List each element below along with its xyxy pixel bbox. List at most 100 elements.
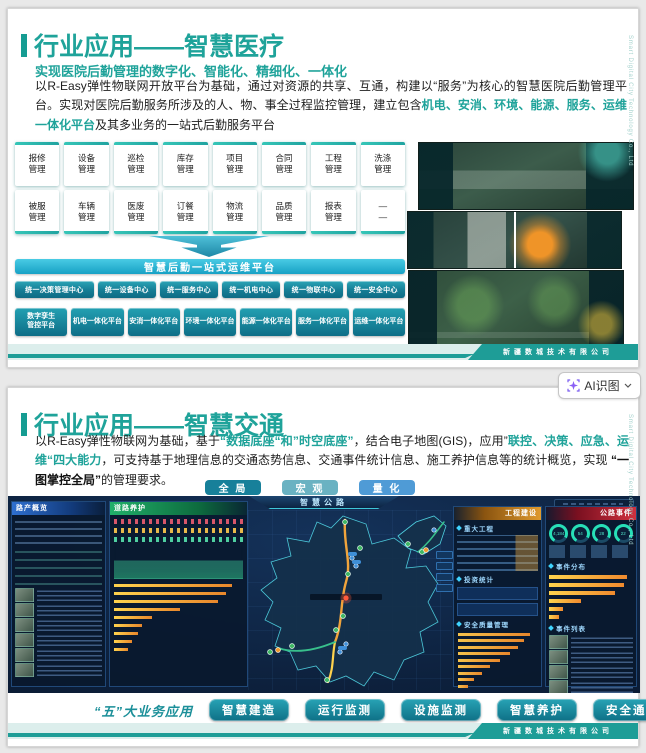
stat-rows [15,547,102,585]
area-chart [114,546,243,579]
module-label: 管理 [176,164,194,174]
event-list-item [15,603,102,617]
business-applications-row: “五”大业务应用 智慧建造 运行监测 设施监测 智慧养护 安全通行服务 [94,699,646,721]
section-header: 重大工程 [456,523,538,533]
hospital-dashboard-screenshot-1 [418,142,634,210]
business-button: 智慧建造 [209,699,290,721]
photo-thumb [549,635,568,649]
hospital-dashboard-screenshot-2 [407,211,622,269]
bar [114,623,142,627]
panel-header: 工程建设 [454,507,541,520]
platform-label: 安消一体化平台 [129,317,179,325]
body-segment: 及其多业务的一站式后勤服务平台 [95,117,276,132]
module-card: 车辆 管理 [64,190,110,234]
center-button: 统一物联中心 [284,281,343,298]
text-lines [37,618,102,631]
module-label: 设备 [78,152,96,163]
diamond-icon [548,625,554,631]
module-label: 管理 [78,164,96,174]
bar [549,591,615,595]
bar [114,615,152,619]
region-map-svg [260,515,447,687]
center-button: 统一设备中心 [97,281,156,298]
bar [549,583,624,587]
module-card: 合同 管理 [261,142,307,186]
module-label: 管理 [28,164,46,174]
panel-header: 道路养护 [110,502,247,515]
map [248,510,452,690]
text-lines [37,633,102,646]
ai-button-label: AI识图 [584,379,620,393]
funnel-arrow [149,236,269,257]
module-card: 项目 管理 [212,142,258,186]
module-card: 品质 管理 [261,190,307,234]
panel-header: 公路事件 [546,507,636,520]
slide-2: 行业应用——智慧交通 以R-Easy弹性物联网为基础，基于“数据底座“和”时空底… [7,387,646,747]
body-segment: ，可支持基于地理信息的交通态势信息、交通事件统计信息、施工养护信息等的统计概览，… [101,453,611,468]
platform-button: 数字孪生 管控平台 [15,308,68,336]
module-label: 管理 [324,212,342,222]
platform-button: 机电一体化平台 [71,308,124,336]
center-button: 统一服务中心 [159,281,219,298]
module-card: 库存 管理 [163,142,208,186]
module-label: 报表 [324,200,342,211]
dashboard-title: 智慧公路 [249,496,399,509]
event-list-item [15,633,102,647]
gauge-value: 4,184 [552,527,566,540]
text-lines [571,680,633,693]
bar [549,599,581,603]
unified-centers-row: 统一决策管理中心 统一设备中心 统一服务中心 统一机电中心 统一物联中心 统一安… [15,281,405,298]
business-button: 设施监测 [401,699,482,721]
document-viewer: 行业应用——智慧医疗 实现医院后勤管理的数字化、智能化、精细化、一体化 以R-E… [0,0,646,753]
bar [458,671,482,675]
company-name: 新疆数城技术有限公司 [503,349,613,356]
bar [114,639,132,643]
title-accent-bar [21,33,27,57]
section-header: 安全质量管理 [456,619,538,629]
layer-pill [436,573,453,581]
panel-road-maintenance: 道路养护 [109,501,248,687]
platform-button: 能源一体化平台 [240,308,293,336]
photo-thumb [549,665,568,679]
module-grid: 报修 管理 设备 管理 巡检 管理 库存 管理 项目 管理 合同 管理 工程 管理 洗涤 管理 … [15,142,406,234]
bar [458,684,468,688]
center-button: 统一机电中心 [222,281,281,298]
module-label: 项目 [226,152,244,163]
gauge-value: 28 [595,527,609,540]
layer-pill [436,584,453,592]
panel-road-events: 公路事件 4,184 54 28 22 事件分布 事件列表 [545,506,637,693]
module-label: 巡检 [127,152,145,163]
platform-row: 数字孪生 管控平台 机电一体化平台 安消一体化平台 环境一体化平台 能源一体化平台… [15,308,405,336]
module-label: 管理 [226,212,244,222]
body-highlight: “数据底座“和”时空底座” [220,434,354,448]
view-button-global: 全 局 [205,480,261,495]
chevron-down-icon[interactable] [624,383,632,388]
text-lines [37,648,102,661]
body-segment: 的管理要求。 [101,472,174,487]
photo-thumb [15,633,34,647]
photo-thumb [549,650,568,664]
module-label: — [378,200,388,211]
module-card: 被服 管理 [15,190,60,234]
event-list-item [15,663,102,677]
event-list-item [15,588,102,602]
highway-dashboard: 智慧公路 路产概览 道路养护 工程建设 重大工程 投资统计 安全质量管理 公路事… [8,496,640,693]
stat-rows [549,545,633,558]
ai-recognize-button[interactable]: AI识图 [558,372,641,399]
dot-row [114,528,243,533]
section-label: 事件列表 [556,626,586,633]
title-accent-bar [21,412,27,436]
dot-row [114,519,243,524]
event-list-item [549,635,633,649]
section-label: 安全质量管理 [464,622,509,629]
bar [458,678,474,681]
platform-button: 运维一体化平台 [352,308,405,336]
photo-thumb [15,648,34,662]
event-list-item [549,650,633,664]
module-label: 管理 [78,212,96,222]
module-label: 库存 [176,152,194,163]
module-label: 管理 [275,164,293,174]
bar [458,652,510,655]
event-list-item [15,648,102,662]
photo-thumb [15,618,34,632]
